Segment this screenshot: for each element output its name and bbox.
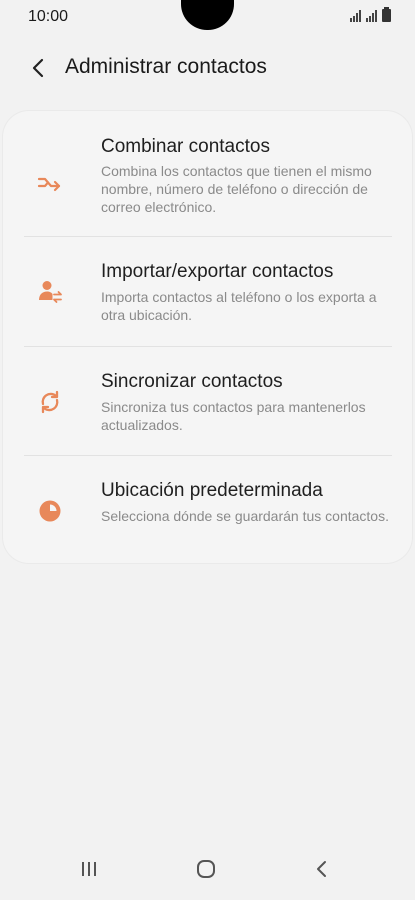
recent-apps-button[interactable]: [69, 854, 109, 884]
menu-item-title: Ubicación predeterminada: [101, 480, 323, 501]
menu-item-description: Combina los contactos que tienen el mism…: [101, 163, 372, 215]
status-icons: [350, 7, 391, 22]
wifi-signal-icon: [350, 10, 361, 22]
cell-signal-icon: [366, 10, 377, 22]
recent-apps-icon: [82, 862, 96, 876]
status-bar: 10:00: [0, 0, 415, 36]
status-time: 10:00: [28, 8, 69, 25]
merge-icon: [37, 170, 63, 196]
menu-item-sincronizar[interactable]: Sincronizar contactos Sincroniza tus con…: [3, 347, 412, 456]
battery-icon: [382, 7, 391, 22]
storage-pie-icon: [37, 498, 63, 524]
camera-notch: [181, 0, 234, 30]
home-button[interactable]: [186, 854, 226, 884]
menu-item-combinar-contactos[interactable]: Combinar contactos Combina los contactos…: [3, 128, 412, 237]
back-nav-button[interactable]: [302, 854, 342, 884]
home-icon: [197, 860, 215, 878]
system-nav-bar: [0, 844, 415, 900]
back-nav-icon: [317, 861, 326, 877]
page-title: Administrar contactos: [65, 55, 267, 78]
menu-item-title: Importar/exportar contactos: [101, 261, 334, 282]
menu-item-importar-exportar[interactable]: Importar/exportar contactos Importa cont…: [3, 237, 412, 346]
sync-icon: [37, 389, 63, 415]
import-export-contact-icon: [37, 279, 63, 305]
menu-item-description: Sincroniza tus contactos para mantenerlo…: [101, 399, 366, 433]
menu-item-ubicacion-predeterminada[interactable]: Ubicación predeterminada Selecciona dónd…: [3, 456, 412, 565]
menu-item-description: Selecciona dónde se guardarán tus contac…: [101, 508, 389, 524]
menu-item-description: Importa contactos al teléfono o los expo…: [101, 289, 377, 323]
back-button[interactable]: [22, 52, 54, 84]
options-card: Combinar contactos Combina los contactos…: [3, 111, 412, 563]
menu-item-title: Combinar contactos: [101, 136, 270, 157]
app-header: Administrar contactos: [0, 46, 415, 90]
chevron-left-icon: [32, 58, 44, 78]
menu-item-title: Sincronizar contactos: [101, 371, 283, 392]
